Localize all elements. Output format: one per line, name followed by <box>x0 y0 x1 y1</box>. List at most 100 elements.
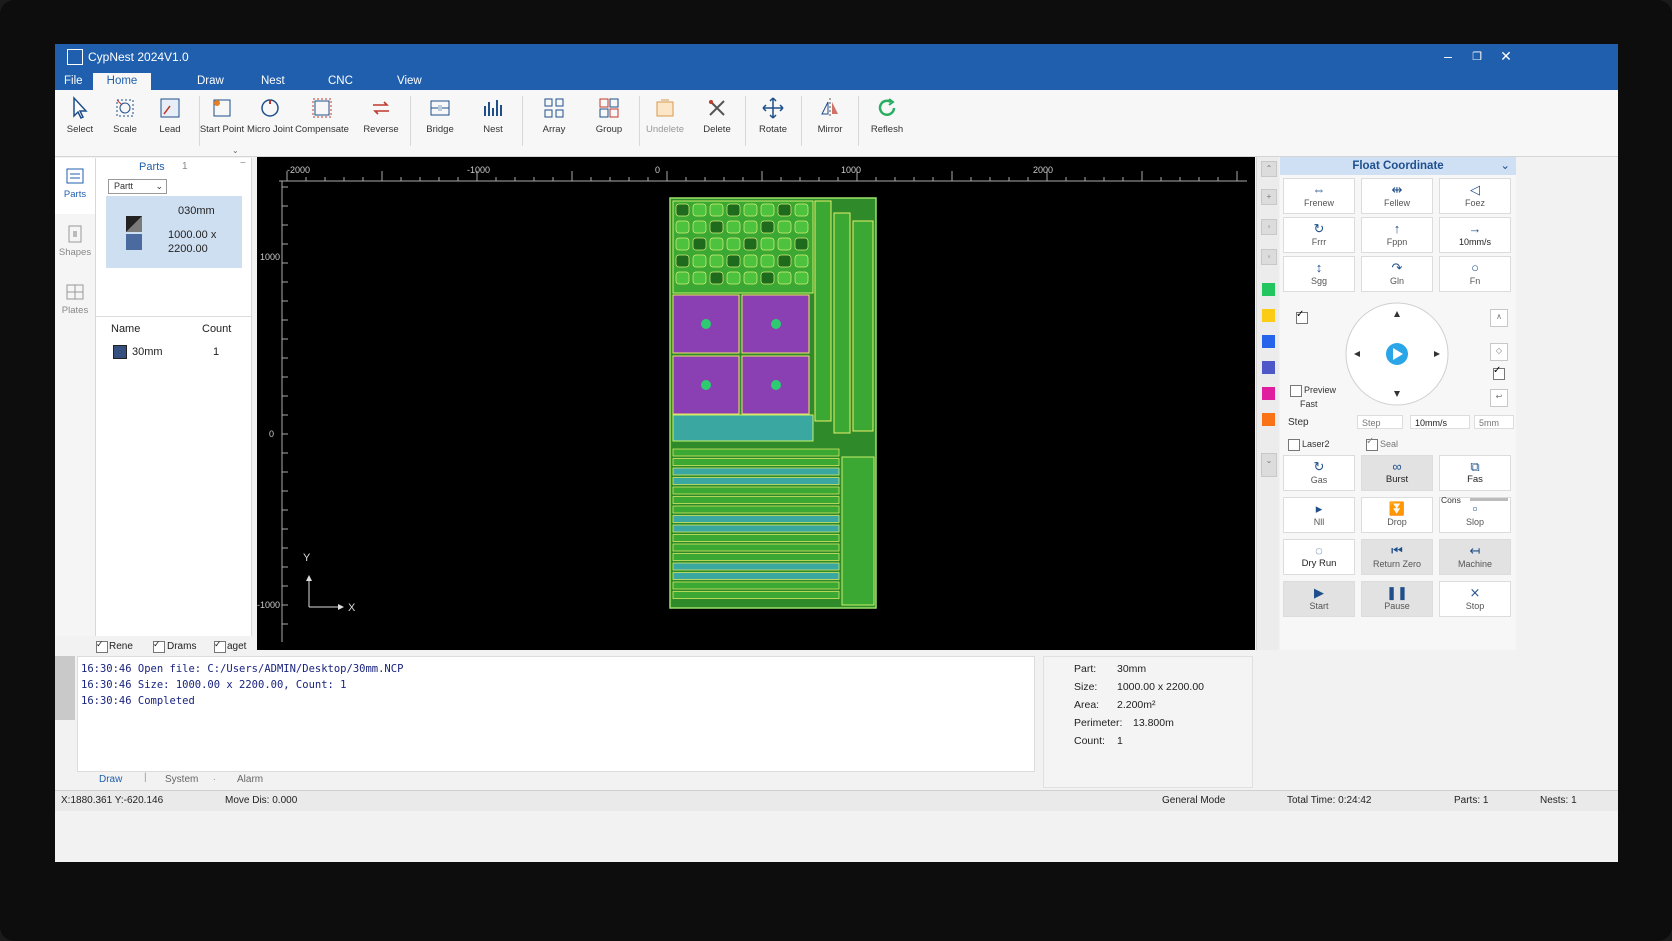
laser2-checkbox[interactable] <box>1288 439 1300 451</box>
speed-input[interactable]: 10mm/s <box>1410 415 1470 429</box>
preview-checkbox[interactable] <box>1290 385 1302 397</box>
speed-button[interactable]: → 10mm/s <box>1439 217 1511 253</box>
micro-joint-button[interactable]: Micro Joint <box>242 94 298 152</box>
layer-color-yellow[interactable] <box>1262 309 1275 322</box>
step-label: Step <box>1288 417 1309 428</box>
reverse-button[interactable]: Reverse <box>353 94 409 152</box>
dry-run-button[interactable]: ◌ Dry Run <box>1283 539 1355 575</box>
nested-strip <box>672 562 840 571</box>
part-card[interactable]: 030mm 1000.00 x 2200.00 <box>106 196 242 268</box>
reverse-icon <box>373 101 389 115</box>
layer-color-orange[interactable] <box>1262 413 1275 426</box>
jog-side-button[interactable]: ∧ <box>1490 309 1508 327</box>
strip-tool-button[interactable]: ⌄ <box>1261 453 1277 477</box>
start-point-icon <box>213 99 231 117</box>
array-button[interactable]: Array <box>526 94 582 152</box>
refresh-icon <box>878 98 896 116</box>
group-icon <box>599 98 619 118</box>
tab-home[interactable]: Home <box>93 73 151 90</box>
rotate-button[interactable]: Rotate <box>745 94 801 152</box>
start-button[interactable]: ▶ Start <box>1283 581 1355 617</box>
tab-plates[interactable]: Plates <box>55 274 95 330</box>
nested-part <box>794 271 809 285</box>
compensate-button[interactable]: Compensate <box>294 94 350 152</box>
jog-side-button[interactable]: ↩ <box>1490 389 1508 407</box>
nested-part <box>743 203 758 217</box>
gln-button[interactable]: ↷ Gln <box>1361 256 1433 292</box>
log-tabs: Draw | System . Alarm <box>77 772 1033 788</box>
distance-input[interactable]: 5mm <box>1474 415 1514 429</box>
bridge-button[interactable]: Bridge <box>412 94 468 152</box>
fn-button[interactable]: ○ Fn <box>1439 256 1511 292</box>
scroll-up-icon[interactable]: ⌃ <box>1261 161 1277 177</box>
sgg-button[interactable]: ↕ Sgg <box>1283 256 1355 292</box>
log-scrollbar[interactable] <box>55 656 75 720</box>
strip-tool-button[interactable]: ◦ <box>1261 219 1277 235</box>
cons-slider[interactable] <box>1470 498 1508 501</box>
step-select[interactable]: Step <box>1357 415 1403 429</box>
nll-button[interactable]: ▸ Nll <box>1283 497 1355 533</box>
burst-icon: ∞ <box>1392 459 1402 474</box>
parts-header: Parts 1 − <box>139 158 246 173</box>
cons-label: Cons <box>1441 495 1461 505</box>
stop-button[interactable]: ⨯ Stop <box>1439 581 1511 617</box>
delete-button[interactable]: Delete <box>689 94 745 152</box>
list-item[interactable]: 30mm 1 <box>96 342 251 360</box>
undelete-button[interactable]: Undelete <box>637 94 693 152</box>
strip-tool-button[interactable]: + <box>1261 189 1277 205</box>
ribbon-expand-icon[interactable]: ⌄ <box>232 146 239 155</box>
layer-color-blue[interactable] <box>1262 335 1275 348</box>
frrr-button[interactable]: ↻ Frrr <box>1283 217 1355 253</box>
gas-button[interactable]: ↻ Gas <box>1283 455 1355 491</box>
panel-close-icon[interactable]: − <box>240 158 246 169</box>
log-tab-alarm[interactable]: Alarm <box>237 774 263 785</box>
layer-color-green[interactable] <box>1262 283 1275 296</box>
parts-filter-select[interactable]: Partt ⌄ <box>108 179 167 194</box>
log-tab-draw[interactable]: Draw <box>99 774 122 785</box>
log-tab-system[interactable]: System <box>165 774 198 785</box>
mirror-button[interactable]: Mirror <box>802 94 858 152</box>
burst-button[interactable]: ∞ Burst <box>1361 455 1433 491</box>
close-icon[interactable]: ✕ <box>1496 48 1516 65</box>
restore-icon[interactable]: ❐ <box>1467 50 1487 63</box>
part-card-size-2: 2200.00 <box>168 243 208 255</box>
frenew-button[interactable]: ⇔ Frenew <box>1283 178 1355 214</box>
tab-file[interactable]: File <box>55 73 92 90</box>
ruler-tick-label: 1000 <box>841 165 861 175</box>
machine-button[interactable]: ↤ Machine <box>1439 539 1511 575</box>
tab-shapes[interactable]: Shapes <box>55 216 95 272</box>
tab-cnc[interactable]: CNC <box>319 73 362 90</box>
tab-parts[interactable]: Parts <box>55 158 95 214</box>
strip-tool-button[interactable]: ◦ <box>1261 249 1277 265</box>
jog-side-button[interactable]: ◇ <box>1490 343 1508 361</box>
minimize-icon[interactable]: – <box>1438 48 1458 64</box>
nested-sheet[interactable] <box>669 197 877 609</box>
drawing-canvas[interactable]: -2000 -1000 0 1000 2000 1000 0 -1000 Y X <box>257 157 1255 650</box>
fppn-button[interactable]: ↑ Fppn <box>1361 217 1433 253</box>
layer-color-magenta[interactable] <box>1262 387 1275 400</box>
group-button[interactable]: Group <box>581 94 637 152</box>
nest-button[interactable]: Nest <box>465 94 521 152</box>
foez-button[interactable]: ◁ Foez <box>1439 178 1511 214</box>
ruler-tick-label: 0 <box>655 165 660 175</box>
refresh-button[interactable]: Reflesh <box>859 94 915 152</box>
nested-part <box>726 203 741 217</box>
jog-wheel[interactable] <box>1344 301 1450 407</box>
check-icon: ✓ <box>1296 309 1305 320</box>
pause-button[interactable]: ❚❚ Pause <box>1361 581 1433 617</box>
nested-part <box>743 237 758 251</box>
fas-button[interactable]: ⧉ Fas <box>1439 455 1511 491</box>
nested-strip <box>672 581 840 590</box>
return-zero-button[interactable]: ⏮ Return Zero <box>1361 539 1433 575</box>
drop-button[interactable]: ⏬ Drop <box>1361 497 1433 533</box>
lead-button[interactable]: Lead <box>142 94 198 152</box>
layer-color-indigo[interactable] <box>1262 361 1275 374</box>
chevron-down-icon[interactable]: ⌄ <box>1500 157 1510 175</box>
nested-strip <box>672 534 840 542</box>
status-bar: X:1880.361 Y:-620.146 Move Dis: 0.000 Ge… <box>55 790 1618 811</box>
tab-view[interactable]: View <box>388 73 431 90</box>
tab-nest[interactable]: Nest <box>252 73 294 90</box>
fellew-button[interactable]: ⇹ Fellew <box>1361 178 1433 214</box>
tab-draw[interactable]: Draw <box>188 73 233 90</box>
nested-strip <box>672 572 840 580</box>
